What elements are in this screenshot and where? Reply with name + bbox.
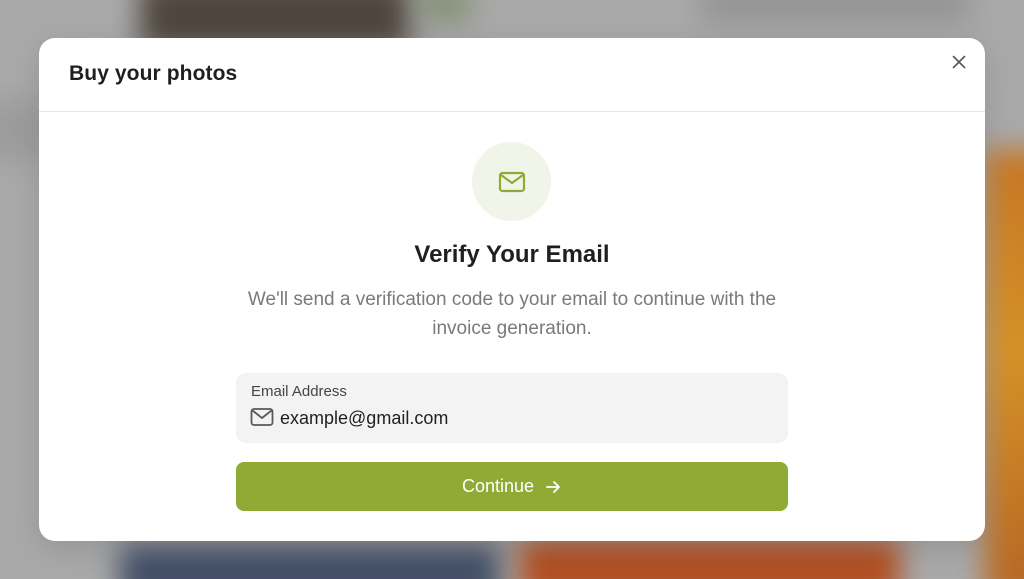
modal-title: Buy your photos [69,62,238,85]
email-input[interactable] [280,406,760,430]
close-button[interactable] [949,52,969,72]
mail-icon-badge [472,142,551,221]
verify-description: We'll send a verification code to your e… [247,289,777,339]
background-photo [700,0,970,20]
arrow-right-icon [546,480,560,493]
buy-photos-modal: Buy your photos Verify Your Email We'll … [39,38,985,541]
modal-header: Buy your photos [39,38,985,112]
continue-button-label: Continue [461,476,535,496]
mail-icon [498,171,525,192]
background-photo [985,150,1024,579]
close-icon [952,55,966,69]
background-photo [420,0,470,20]
email-field-label: Email Address [251,383,347,400]
verify-heading: Verify Your Email [414,241,610,268]
continue-button[interactable]: Continue [236,462,788,511]
email-field[interactable]: Email Address [236,373,788,443]
background-photo [120,545,500,579]
mail-icon [250,408,274,426]
background-photo [520,540,900,579]
